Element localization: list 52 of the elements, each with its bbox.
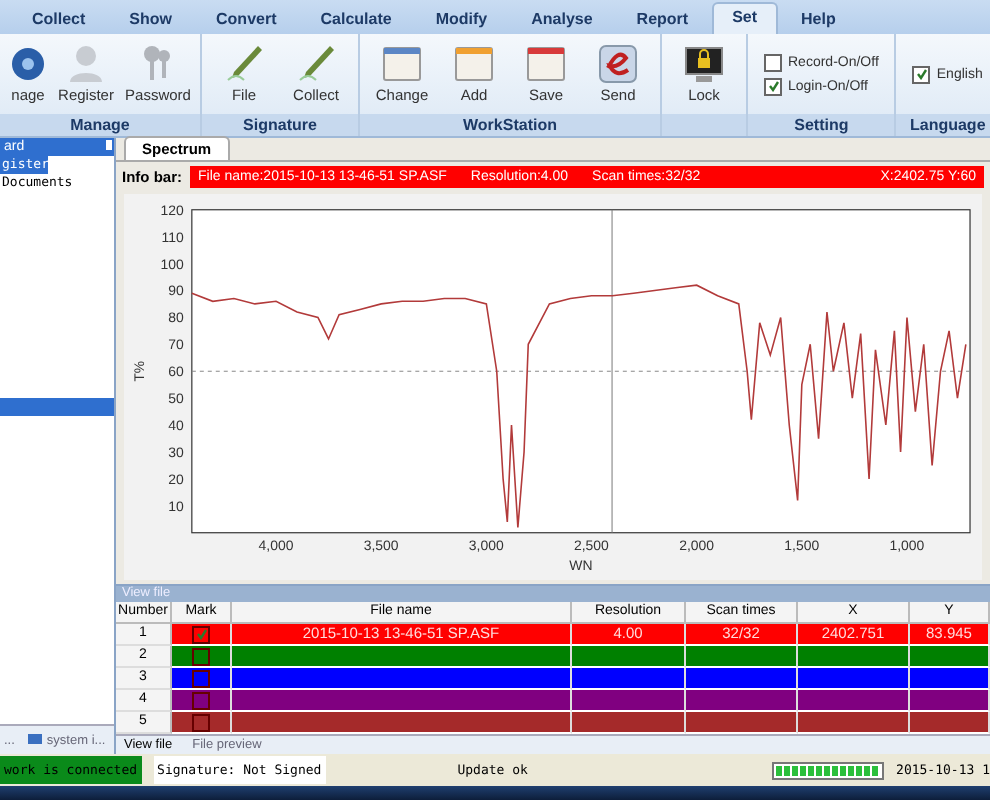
table-cell (910, 712, 990, 734)
mark-cell[interactable] (172, 690, 232, 712)
table-cell (686, 668, 798, 690)
lock-icon (684, 44, 724, 84)
group-title: Language (896, 114, 990, 136)
progress-bar (772, 761, 885, 779)
table-cell (910, 646, 990, 668)
menu-item[interactable]: Set (712, 2, 778, 34)
group-title: WorkStation (360, 114, 660, 136)
checkmark-icon (767, 80, 779, 92)
table-cell (572, 712, 686, 734)
menu-item[interactable]: Show (109, 4, 193, 34)
pin-icon[interactable] (104, 140, 114, 154)
table-cell (910, 690, 990, 712)
menu-item[interactable]: Report (616, 4, 709, 34)
user-icon (66, 44, 106, 84)
menu-item[interactable]: Modify (415, 4, 508, 34)
menu-item[interactable]: Analyse (511, 4, 613, 34)
pen-icon (224, 44, 264, 84)
table-cell (572, 646, 686, 668)
table-cell (686, 646, 798, 668)
table-cell (686, 690, 798, 712)
table-cell (798, 646, 910, 668)
mark-cell[interactable] (172, 646, 232, 668)
menu-item[interactable]: Collect (12, 4, 106, 34)
menu-item[interactable]: Help (781, 4, 856, 34)
pen-icon (296, 44, 336, 84)
globe-icon (8, 44, 48, 84)
table-cell (572, 690, 686, 712)
window-icon (382, 44, 422, 84)
monitor-icon (28, 734, 43, 746)
menu-item[interactable]: Calculate (300, 4, 412, 34)
table-cell (910, 668, 990, 690)
menu-item[interactable]: Convert (196, 4, 297, 34)
panel-header (0, 397, 114, 416)
window-icon (526, 44, 566, 84)
send-icon (598, 44, 638, 84)
mark-cell[interactable] (172, 712, 232, 734)
group-title: Setting (748, 114, 895, 136)
table-cell (798, 690, 910, 712)
group-title: Manage (0, 114, 200, 136)
checkmark-icon (195, 628, 207, 640)
mark-cell[interactable] (172, 668, 232, 690)
group-title (662, 114, 746, 136)
mark-cell[interactable] (172, 624, 232, 646)
window-icon (454, 44, 494, 84)
table-cell (798, 668, 910, 690)
table-cell (798, 712, 910, 734)
checkmark-icon (915, 68, 928, 80)
table-cell (572, 668, 686, 690)
table-cell (686, 712, 798, 734)
group-title: Signature (202, 114, 358, 136)
